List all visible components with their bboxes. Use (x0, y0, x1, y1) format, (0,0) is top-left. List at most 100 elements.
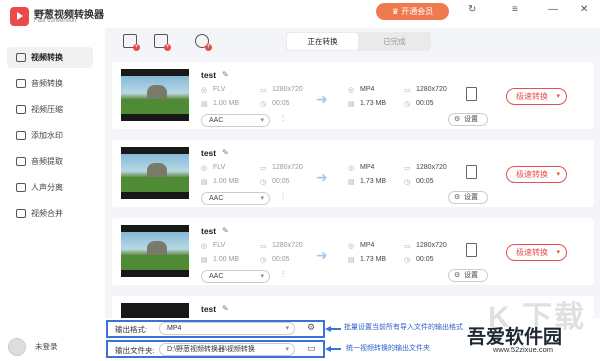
video-thumbnail (121, 69, 189, 121)
tab-completed[interactable]: 已完成 (359, 33, 430, 50)
duration-icon: ◷ (404, 179, 411, 186)
app-logo-icon (10, 7, 29, 26)
folder-highlight-box (106, 340, 325, 358)
video-thumbnail (121, 147, 189, 199)
voice-icon (16, 183, 26, 192)
refresh-icon[interactable]: ↻ (468, 4, 476, 15)
add-url-button[interactable]: + (195, 34, 212, 51)
resolution-icon: ▭ (260, 87, 267, 94)
app-subtitle: Fast conversion (34, 18, 77, 24)
source-duration: 00:05 (272, 178, 290, 185)
fast-convert-button[interactable]: 极速转换 (506, 88, 567, 105)
size-icon: ▤ (201, 101, 208, 108)
format-icon: ◎ (348, 87, 355, 94)
fast-convert-button[interactable]: 极速转换 (506, 166, 567, 183)
site-watermark: K 下载 吾爱软件园 www.52zixue.com (467, 301, 586, 354)
resolution-icon: ▭ (404, 165, 411, 172)
output-settings-icon[interactable] (466, 87, 477, 101)
source-format: FLV (213, 164, 226, 171)
source-resolution: 1280x720 (272, 164, 303, 171)
edit-name-icon[interactable]: ✎ (222, 226, 229, 235)
extract-icon (16, 157, 26, 166)
edit-name-icon[interactable]: ✎ (222, 304, 229, 313)
target-resolution: 1280x720 (416, 86, 447, 93)
size-icon: ▤ (348, 257, 355, 264)
annotation-line (331, 328, 341, 330)
target-resolution: 1280x720 (416, 164, 447, 171)
target-size: 1.73 MB (360, 178, 387, 185)
minimize-icon[interactable]: — (548, 4, 558, 15)
format-icon: ◎ (201, 87, 208, 94)
format-highlight-box (106, 320, 325, 338)
audio-select[interactable]: AAC (201, 192, 270, 205)
target-format: MP4 (360, 86, 375, 93)
size-icon: ▤ (201, 257, 208, 264)
resolution-icon: ▭ (404, 87, 411, 94)
settings-button[interactable]: 设置 (448, 269, 488, 282)
target-format: MP4 (360, 242, 375, 249)
format-annotation: 批量设置当前所有导入文件的输出格式 (344, 324, 463, 331)
target-duration: 00:05 (416, 100, 434, 107)
audio-select[interactable]: AAC (201, 270, 270, 283)
file-card: test ✎ ◎ FLV ▭ 1280x720 ▤ 1.00 MB ◷ 00:0… (112, 62, 594, 129)
equalizer-icon[interactable]: ⫶ (282, 114, 284, 124)
user-login[interactable]: 未登录 (8, 336, 68, 358)
target-size: 1.73 MB (360, 256, 387, 263)
settings-button[interactable]: 设置 (448, 191, 488, 204)
sidebar-item-merge[interactable]: 视频合并 (7, 203, 93, 224)
audio-select[interactable]: AAC (201, 114, 270, 127)
duration-icon: ◷ (260, 179, 267, 186)
sidebar-item-watermark[interactable]: 添加水印 (7, 125, 93, 146)
close-icon[interactable]: ✕ (580, 4, 588, 15)
annotation-line (331, 348, 341, 350)
target-format: MP4 (360, 164, 375, 171)
sidebar-item-voice[interactable]: 人声分离 (7, 177, 93, 198)
output-settings-icon[interactable] (466, 165, 477, 179)
file-name: test (201, 148, 217, 158)
sidebar-item-compress[interactable]: 视频压缩 (7, 99, 93, 120)
size-icon: ▤ (201, 179, 208, 186)
source-resolution: 1280x720 (272, 86, 303, 93)
resolution-icon: ▭ (404, 243, 411, 250)
file-card: test ✎ ◎ FLV ▭ 1280x720 ▤ 1.00 MB ◷ 00:0… (112, 140, 594, 207)
edit-name-icon[interactable]: ✎ (222, 70, 229, 79)
format-icon: ◎ (348, 165, 355, 172)
source-size: 1.00 MB (213, 100, 240, 107)
video-thumbnail (121, 303, 189, 318)
edit-name-icon[interactable]: ✎ (222, 148, 229, 157)
format-icon: ◎ (201, 165, 208, 172)
size-icon: ▤ (348, 179, 355, 186)
settings-button[interactable]: 设置 (448, 113, 488, 126)
size-icon: ▤ (348, 101, 355, 108)
sidebar: 视频转换 音频转换 视频压缩 添加水印 音频提取 人声分离 视频合并 未登录 (0, 28, 105, 361)
target-duration: 00:05 (416, 178, 434, 185)
merge-icon (16, 209, 26, 218)
video-convert-icon (16, 53, 26, 62)
add-folder-button[interactable]: + (154, 34, 171, 51)
fast-convert-button[interactable]: 极速转换 (506, 244, 567, 261)
format-icon: ◎ (201, 243, 208, 250)
arrow-right-icon: ➜ (316, 169, 328, 185)
output-settings-icon[interactable] (466, 243, 477, 257)
vip-button[interactable]: ♛ 开通会员 (376, 3, 449, 20)
duration-icon: ◷ (404, 101, 411, 108)
file-name: test (201, 70, 217, 80)
source-size: 1.00 MB (213, 256, 240, 263)
resolution-icon: ▭ (260, 165, 267, 172)
file-card: test ✎ ◎ FLV ▭ 1280x720 ▤ 1.00 MB ◷ 00:0… (112, 218, 594, 285)
target-resolution: 1280x720 (416, 242, 447, 249)
menu-icon[interactable]: ≡ (512, 4, 518, 15)
resolution-icon: ▭ (260, 243, 267, 250)
tab-converting[interactable]: 正在转换 (287, 33, 358, 50)
add-file-button[interactable]: + (123, 34, 140, 51)
duration-icon: ◷ (260, 257, 267, 264)
equalizer-icon[interactable]: ⫶ (282, 270, 284, 280)
sidebar-item-extract[interactable]: 音频提取 (7, 151, 93, 172)
source-size: 1.00 MB (213, 178, 240, 185)
source-duration: 00:05 (272, 256, 290, 263)
sidebar-item-audio-convert[interactable]: 音频转换 (7, 73, 93, 94)
avatar (8, 338, 26, 356)
video-thumbnail (121, 225, 189, 277)
sidebar-item-video-convert[interactable]: 视频转换 (7, 47, 93, 68)
equalizer-icon[interactable]: ⫶ (282, 192, 284, 202)
